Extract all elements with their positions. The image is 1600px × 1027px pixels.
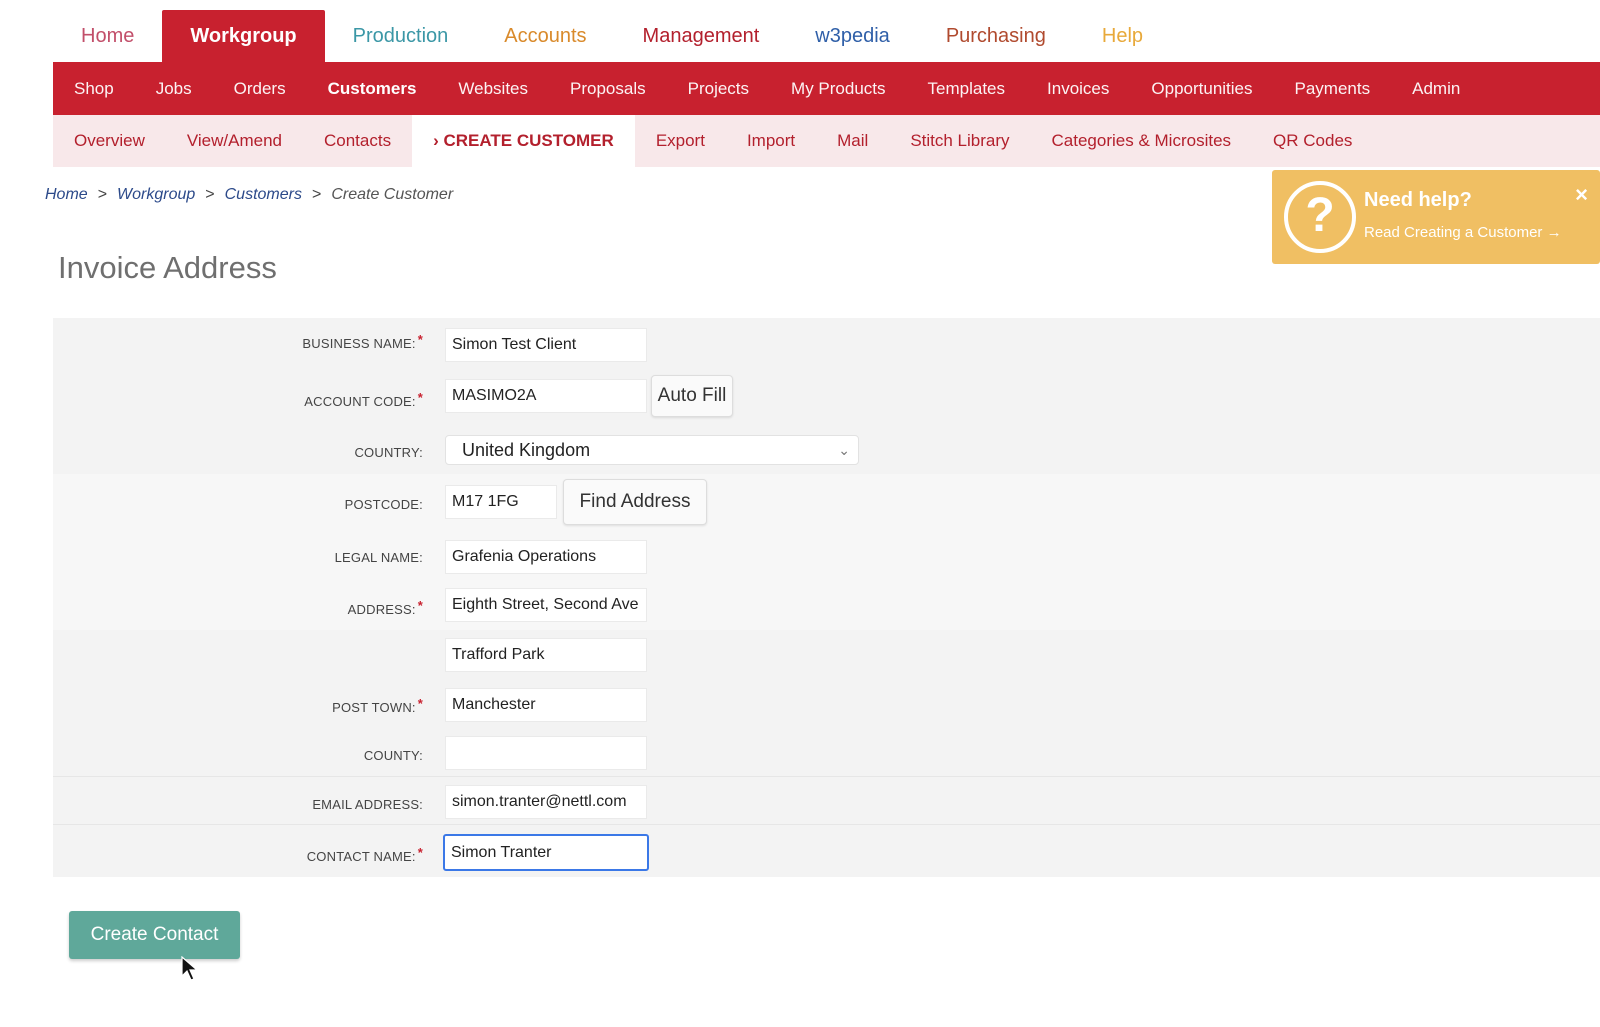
chevron-down-icon: ⌄ <box>838 442 850 458</box>
breadcrumb-current: Create Customer <box>331 186 454 203</box>
sub-nav-websites[interactable]: Websites <box>437 79 549 99</box>
third-nav: Overview View/Amend Contacts › Create Cu… <box>53 115 1600 167</box>
form-row-country: Country: United Kingdom ⌄ <box>53 426 1600 474</box>
sub-nav-invoices[interactable]: Invoices <box>1026 79 1130 99</box>
find-address-button[interactable]: Find Address <box>563 479 707 525</box>
sub-nav-orders[interactable]: Orders <box>213 79 307 99</box>
top-nav-help[interactable]: Help <box>1074 10 1171 62</box>
country-label: Country: <box>354 445 423 460</box>
third-nav-import[interactable]: Import <box>726 115 816 167</box>
help-panel: ? Need help? Read Creating a Customer → … <box>1272 170 1600 264</box>
sub-nav-shop[interactable]: Shop <box>53 79 135 99</box>
form-row-post-town: Post Town: * Manchester <box>53 680 1600 728</box>
form-row-address-line2: Trafford Park <box>53 630 1600 680</box>
help-title: Need help? <box>1364 189 1472 211</box>
top-nav-accounts[interactable]: Accounts <box>476 10 614 62</box>
email-input[interactable]: simon.tranter@nettl.com <box>445 785 647 819</box>
mouse-cursor-icon <box>181 956 199 981</box>
address-label: Address: * <box>347 598 423 617</box>
top-nav-purchasing[interactable]: Purchasing <box>918 10 1074 62</box>
form-row-postcode: Postcode: M17 1FG Find Address <box>53 474 1600 530</box>
third-nav-categories-microsites[interactable]: Categories & Microsites <box>1031 115 1253 167</box>
third-nav-mail[interactable]: Mail <box>816 115 889 167</box>
form-row-legal-name: Legal Name: Grafenia Operations <box>53 530 1600 580</box>
form-row-address: Address: * Eighth Street, Second Ave <box>53 580 1600 630</box>
sub-nav-jobs[interactable]: Jobs <box>135 79 213 99</box>
breadcrumb: Home > Workgroup > Customers > Create Cu… <box>45 186 453 204</box>
help-link[interactable]: Read Creating a Customer → <box>1364 224 1562 241</box>
sub-nav-customers[interactable]: Customers <box>307 79 438 99</box>
breadcrumb-separator: > <box>97 186 108 203</box>
form-row-business-name: Business Name: * Simon Test Client <box>53 318 1600 370</box>
form-row-account-code: Account Code: * MASIMO2A Auto Fill <box>53 370 1600 426</box>
country-select[interactable]: United Kingdom ⌄ <box>445 435 859 465</box>
breadcrumb-home[interactable]: Home <box>45 186 88 204</box>
account-code-label: Account Code: * <box>304 390 423 409</box>
business-name-label: Business Name: * <box>302 332 423 351</box>
create-contact-button[interactable]: Create Contact <box>69 911 240 959</box>
address-line2-input[interactable]: Trafford Park <box>445 638 647 672</box>
third-nav-stitch-library[interactable]: Stitch Library <box>889 115 1030 167</box>
county-input[interactable] <box>445 736 647 770</box>
business-name-input[interactable]: Simon Test Client <box>445 328 647 362</box>
form-row-email: Email Address: simon.tranter@nettl.com <box>53 776 1600 824</box>
account-code-input[interactable]: MASIMO2A <box>445 379 647 413</box>
sub-nav: Shop Jobs Orders Customers Websites Prop… <box>53 62 1600 115</box>
legal-name-input[interactable]: Grafenia Operations <box>445 540 647 574</box>
third-nav-qr-codes[interactable]: QR Codes <box>1252 115 1373 167</box>
third-nav-view-amend[interactable]: View/Amend <box>166 115 303 167</box>
top-nav-production[interactable]: Production <box>325 10 477 62</box>
sub-nav-payments[interactable]: Payments <box>1274 79 1392 99</box>
sub-nav-admin[interactable]: Admin <box>1391 79 1481 99</box>
third-nav-overview[interactable]: Overview <box>53 115 166 167</box>
country-select-value: United Kingdom <box>462 440 591 460</box>
close-icon[interactable]: × <box>1575 182 1588 208</box>
form-row-contact-name: Contact Name: * Simon Tranter <box>53 824 1600 877</box>
top-nav-workgroup[interactable]: Workgroup <box>162 10 325 62</box>
post-town-input[interactable]: Manchester <box>445 688 647 722</box>
sub-nav-templates[interactable]: Templates <box>907 79 1026 99</box>
legal-name-label: Legal Name: <box>334 550 423 565</box>
breadcrumb-separator: > <box>311 186 322 203</box>
breadcrumb-customers[interactable]: Customers <box>225 186 302 204</box>
sub-nav-proposals[interactable]: Proposals <box>549 79 667 99</box>
county-label: County: <box>363 748 423 763</box>
top-nav-management[interactable]: Management <box>615 10 788 62</box>
sub-nav-opportunities[interactable]: Opportunities <box>1130 79 1273 99</box>
sub-nav-my-products[interactable]: My Products <box>770 79 906 99</box>
form-row-county: County: <box>53 728 1600 776</box>
address-line1-input[interactable]: Eighth Street, Second Ave <box>445 588 647 622</box>
question-icon: ? <box>1284 181 1356 253</box>
invoice-address-form: Business Name: * Simon Test Client Accoun… <box>53 318 1600 877</box>
third-nav-create-customer[interactable]: › Create Customer <box>412 115 635 167</box>
auto-fill-button[interactable]: Auto Fill <box>651 375 733 417</box>
sub-nav-projects[interactable]: Projects <box>667 79 770 99</box>
breadcrumb-workgroup[interactable]: Workgroup <box>117 186 195 204</box>
third-nav-export[interactable]: Export <box>635 115 726 167</box>
top-nav-w3pedia[interactable]: w3pedia <box>787 10 918 62</box>
post-town-label: Post Town: * <box>332 696 423 715</box>
email-label: Email Address: <box>312 797 423 812</box>
contact-name-input[interactable]: Simon Tranter <box>443 834 649 871</box>
contact-name-label: Contact Name: * <box>306 845 423 864</box>
postcode-input[interactable]: M17 1FG <box>445 485 557 519</box>
page-title: Invoice Address <box>58 250 277 285</box>
top-nav: Home Workgroup Production Accounts Manag… <box>53 10 1600 62</box>
top-nav-home[interactable]: Home <box>53 10 162 62</box>
third-nav-contacts[interactable]: Contacts <box>303 115 412 167</box>
breadcrumb-separator: > <box>205 186 215 203</box>
postcode-label: Postcode: <box>344 497 423 512</box>
